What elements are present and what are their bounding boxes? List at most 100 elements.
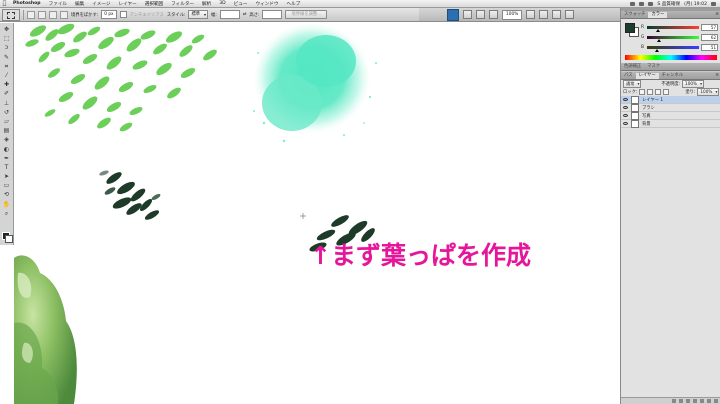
blur-tool-icon[interactable]: ◈ <box>2 136 12 144</box>
menu-item-select[interactable]: 選択範囲 <box>141 1 167 7</box>
status-user[interactable]: S 品質確保 <box>657 1 680 7</box>
new-selection-button[interactable] <box>27 10 35 19</box>
tab-color[interactable]: カラー <box>648 12 668 18</box>
slider-blue-track[interactable] <box>647 45 699 52</box>
menu-app-name[interactable]: Photoshop <box>9 1 45 6</box>
slider-red-value[interactable]: 57 <box>701 23 718 31</box>
healing-brush-tool-icon[interactable]: ✚ <box>2 81 12 89</box>
tab-layers[interactable]: レイヤー <box>635 73 659 79</box>
visibility-eye-icon[interactable] <box>623 122 628 125</box>
dodge-tool-icon[interactable]: ◐ <box>2 145 12 153</box>
crop-tool-icon[interactable]: ⌗ <box>2 63 12 71</box>
screen-mode-button[interactable] <box>565 10 575 19</box>
layer-row-background[interactable]: 背景 <box>621 119 720 128</box>
slider-green-value[interactable]: 62 <box>701 33 718 41</box>
slider-blue[interactable]: B 51 <box>641 43 719 52</box>
slider-green-track[interactable] <box>647 35 699 42</box>
intersect-selection-button[interactable] <box>60 10 68 19</box>
battery-icon[interactable] <box>639 1 645 6</box>
antialias-checkbox[interactable] <box>119 11 127 18</box>
lock-position-icon[interactable] <box>655 88 662 95</box>
menu-item-view[interactable]: ビュー <box>230 1 252 7</box>
hand-tool-icon[interactable]: ✋ <box>2 201 12 209</box>
color-panel-foreground-swatch[interactable] <box>625 23 635 33</box>
panel-menu-icon[interactable]: ≡ <box>715 12 719 18</box>
slider-red-track[interactable] <box>647 25 699 32</box>
menu-item-edit[interactable]: 編集 <box>71 1 88 7</box>
style-select[interactable]: 標準 <box>188 10 209 19</box>
lock-transparency-icon[interactable] <box>639 88 646 95</box>
slider-red-knob[interactable] <box>656 28 661 32</box>
delete-layer-icon[interactable] <box>714 399 718 403</box>
visibility-eye-icon[interactable] <box>623 106 628 109</box>
spotlight-icon[interactable] <box>711 1 716 6</box>
hand-tool-button[interactable] <box>526 10 536 19</box>
menu-item-file[interactable]: ファイル <box>45 1 71 7</box>
slider-red[interactable]: R 57 <box>641 23 719 32</box>
menu-item-window[interactable]: ウィンドウ <box>252 1 283 7</box>
brush-tool-icon[interactable]: ✐ <box>2 90 12 98</box>
launch-bridge-button[interactable] <box>463 10 472 19</box>
layer-style-icon[interactable] <box>679 399 683 403</box>
eraser-tool-icon[interactable]: ▱ <box>2 118 12 126</box>
gradient-tool-icon[interactable]: ▤ <box>2 127 12 135</box>
type-tool-icon[interactable]: T <box>2 164 12 172</box>
adjustment-layer-icon[interactable] <box>693 399 697 403</box>
shape-tool-icon[interactable]: ▭ <box>2 182 12 190</box>
menu-item-analysis[interactable]: 解析 <box>198 1 215 7</box>
clone-stamp-tool-icon[interactable]: ⊥ <box>2 100 12 108</box>
height-input[interactable] <box>262 10 283 19</box>
lock-image-icon[interactable] <box>647 88 654 95</box>
add-mask-icon[interactable] <box>686 399 690 403</box>
tool-preset-picker[interactable] <box>2 8 20 21</box>
new-group-icon[interactable] <box>700 399 704 403</box>
arrange-documents-button[interactable] <box>489 10 498 19</box>
add-selection-button[interactable] <box>38 10 46 19</box>
move-tool-icon[interactable]: ✥ <box>2 26 12 34</box>
wifi-icon[interactable] <box>630 1 636 6</box>
background-color-swatch[interactable] <box>5 235 13 243</box>
rotate-view-button[interactable] <box>552 10 562 19</box>
tab-masks[interactable]: マスク <box>644 64 663 70</box>
opacity-input[interactable]: 100% <box>682 79 705 88</box>
clock[interactable]: (月) 19:02 <box>684 1 707 7</box>
history-brush-tool-icon[interactable]: ↺ <box>2 109 12 117</box>
3d-rotate-tool-icon[interactable]: ⟲ <box>2 191 12 199</box>
menu-item-help[interactable]: ヘルプ <box>282 1 304 7</box>
view-extras-button[interactable] <box>476 10 485 19</box>
slider-green-knob[interactable] <box>657 38 662 42</box>
color-spectrum-ramp[interactable] <box>625 55 717 60</box>
tab-adjustments[interactable]: 色調補正 <box>621 64 644 70</box>
visibility-eye-icon[interactable] <box>623 114 628 117</box>
lock-all-icon[interactable] <box>663 88 670 95</box>
width-input[interactable] <box>219 10 240 19</box>
tab-channels[interactable]: チャンネル <box>659 73 686 79</box>
zoom-tool-button[interactable] <box>539 10 549 19</box>
document-canvas[interactable] <box>14 23 620 404</box>
marquee-tool-icon[interactable]: ⬚ <box>2 35 12 43</box>
apple-menu-icon[interactable]:  <box>0 0 9 7</box>
slider-blue-value[interactable]: 51 <box>701 43 718 51</box>
slider-green[interactable]: G 62 <box>641 33 719 42</box>
quick-selection-tool-icon[interactable]: ✎ <box>2 54 12 62</box>
menu-item-layer[interactable]: レイヤー <box>115 1 141 7</box>
tab-paths[interactable]: パス <box>621 73 636 79</box>
pen-tool-icon[interactable]: ✒ <box>2 155 12 163</box>
blend-mode-select[interactable]: 通常 <box>623 79 642 88</box>
layers-panel-menu-icon[interactable]: ≡ <box>715 73 719 79</box>
refine-edge-button[interactable]: 境界線を調整... <box>285 10 328 19</box>
zoom-tool-icon[interactable]: ⌕ <box>2 210 12 218</box>
zoom-level[interactable]: 100% <box>502 9 523 20</box>
tab-swatches[interactable]: スウォッチ <box>621 12 648 18</box>
fill-input[interactable]: 100% <box>697 87 720 96</box>
link-layers-icon[interactable] <box>672 399 676 403</box>
visibility-eye-icon[interactable] <box>623 98 628 101</box>
path-selection-tool-icon[interactable]: ➤ <box>2 173 12 181</box>
slider-blue-knob[interactable] <box>655 48 660 52</box>
menu-item-filter[interactable]: フィルター <box>167 1 198 7</box>
volume-icon[interactable] <box>648 1 654 6</box>
menu-item-image[interactable]: イメージ <box>88 1 114 7</box>
subtract-selection-button[interactable] <box>49 10 57 19</box>
feather-input[interactable]: 0 px <box>101 10 117 19</box>
swap-icon[interactable]: ⇄ <box>243 12 247 17</box>
